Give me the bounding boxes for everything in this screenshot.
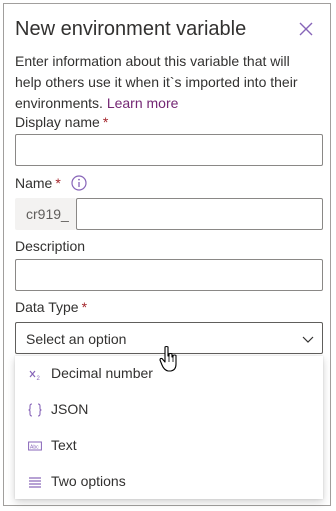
description-label: Description [15, 237, 85, 255]
display-name-input[interactable] [15, 134, 323, 166]
option-label: JSON [51, 401, 89, 417]
display-name-label-text: Display name [15, 114, 100, 130]
close-icon[interactable] [297, 20, 315, 38]
text-field-icon: Abc [28, 441, 42, 451]
option-two-options[interactable]: Two options [15, 464, 323, 500]
data-type-dropdown: 2 Decimal number JSON Abc Text Two optio… [15, 356, 323, 499]
data-type-label-text: Data Type [15, 299, 79, 315]
option-label: Two options [51, 473, 126, 489]
list-icon [29, 477, 41, 488]
decimal-icon: 2 [29, 370, 41, 381]
required-marker: * [55, 175, 61, 191]
option-text[interactable]: Abc Text [15, 428, 323, 464]
learn-more-link[interactable]: Learn more [107, 95, 179, 111]
data-type-label: Data Type * [15, 298, 87, 316]
svg-text:Abc: Abc [30, 445, 39, 451]
name-prefix-field: cr919_ [15, 198, 76, 230]
name-prefix-value: cr919_ [26, 206, 69, 222]
description-input[interactable] [15, 259, 323, 291]
data-type-select-value: Select an option [26, 331, 127, 347]
option-json[interactable]: JSON [15, 392, 323, 428]
name-label: Name * [15, 174, 61, 192]
panel-title: New environment variable [15, 18, 247, 40]
chevron-down-icon [302, 336, 314, 343]
hand-cursor-icon [159, 345, 177, 372]
json-braces-icon [28, 403, 42, 417]
environment-variable-panel: New environment variable Enter informati… [3, 3, 331, 506]
info-icon[interactable] [71, 175, 87, 191]
required-marker: * [81, 299, 88, 315]
panel-description: Enter information about this variable th… [15, 51, 320, 114]
name-label-text: Name [15, 175, 53, 191]
option-label: Decimal number [51, 365, 153, 381]
svg-text:2: 2 [37, 376, 41, 381]
option-label: Text [51, 437, 77, 453]
display-name-label: Display name * [15, 113, 108, 131]
name-input[interactable] [76, 198, 323, 230]
description-label-text: Description [15, 238, 86, 254]
required-marker: * [102, 114, 109, 130]
